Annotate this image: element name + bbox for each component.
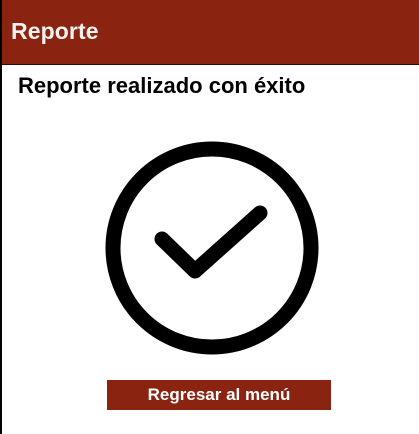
- checkmark: [154, 205, 268, 279]
- check-circle-icon: [104, 140, 320, 356]
- back-to-menu-button[interactable]: Regresar al menú: [107, 380, 331, 410]
- app-bar: Reporte: [2, 0, 419, 65]
- app-bar-title: Reporte: [11, 18, 99, 44]
- report-success-screen: Reporte Reporte realizado con éxito Regr…: [0, 0, 419, 434]
- success-heading: Reporte realizado con éxito: [18, 73, 306, 98]
